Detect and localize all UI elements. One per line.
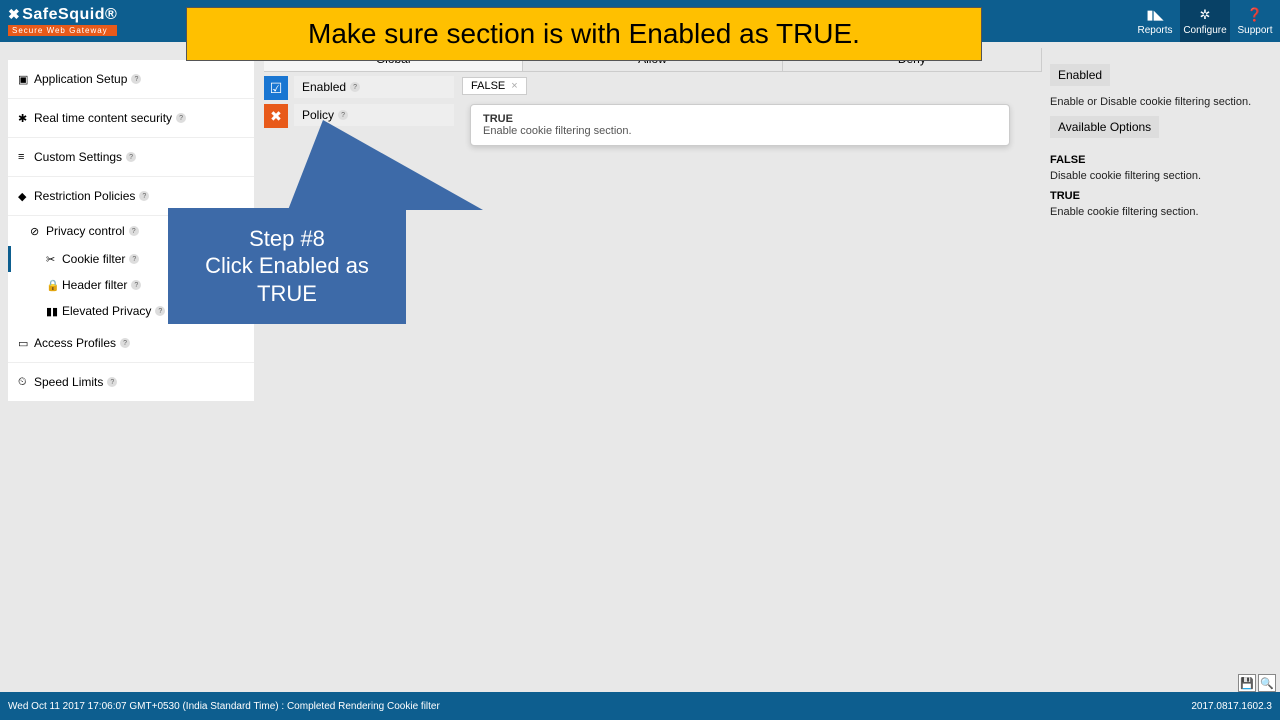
sidebar-item-label: Restriction Policies xyxy=(34,189,135,203)
sidebar-item-label: Privacy control xyxy=(46,224,125,238)
status-right: 2017.0817.1602.3 xyxy=(1191,701,1272,712)
status-bar: Wed Oct 11 2017 17:06:07 GMT+0530 (India… xyxy=(0,692,1280,720)
chart-icon: ▮◣ xyxy=(1146,7,1163,23)
help-desc: Enable or Disable cookie filtering secti… xyxy=(1050,96,1274,108)
help-badge[interactable]: ? xyxy=(126,152,136,162)
folder-icon: ▣ xyxy=(18,73,34,86)
corner-tools: 💾 🔍 xyxy=(1238,674,1276,692)
sidebar-item-rtcs[interactable]: ✱Real time content security? xyxy=(8,99,254,138)
bug-icon: ✱ xyxy=(18,112,34,125)
value-chip-false[interactable]: FALSE × xyxy=(462,77,527,95)
chip-text: FALSE xyxy=(471,80,505,92)
available-options-button[interactable]: Available Options xyxy=(1050,116,1159,138)
nav-support-label: Support xyxy=(1237,25,1272,36)
sidebar-item-application-setup[interactable]: ▣Application Setup? xyxy=(8,60,254,99)
sidebar-item-label: Real time content security xyxy=(34,111,172,125)
help-badge[interactable]: ? xyxy=(139,191,149,201)
check-button[interactable]: ☑ xyxy=(264,76,288,100)
shield-icon: ◆ xyxy=(18,190,34,203)
instruction-banner: Make sure section is with Enabled as TRU… xyxy=(186,7,982,61)
help-badge[interactable]: ? xyxy=(129,254,139,264)
callout-arrow xyxy=(288,120,483,210)
gauge-icon: ⏲ xyxy=(18,376,34,389)
nav-reports-label: Reports xyxy=(1137,25,1172,36)
option-true-title: TRUE xyxy=(1050,190,1274,202)
option-false-desc: Disable cookie filtering section. xyxy=(1050,170,1274,182)
sidebar-item-label: Cookie filter xyxy=(62,252,125,266)
help-badge[interactable]: ? xyxy=(131,280,141,290)
search-icon[interactable]: 🔍 xyxy=(1258,674,1276,692)
help-panel: Enabled Enable or Disable cookie filteri… xyxy=(1050,64,1274,222)
help-badge[interactable]: ? xyxy=(350,82,360,92)
config-row-enabled: ☑ Enabled? FALSE × xyxy=(264,76,1042,100)
help-badge[interactable]: ? xyxy=(338,110,348,120)
brand-text: ✖SafeSquid® xyxy=(8,6,117,24)
sidebar-item-custom[interactable]: ≡Custom Settings? xyxy=(8,138,254,177)
help-badge[interactable]: ? xyxy=(131,74,141,84)
sidebar-item-label: Header filter xyxy=(62,278,127,292)
callout-box: Step #8 Click Enabled as TRUE xyxy=(168,208,406,324)
option-false-title: FALSE xyxy=(1050,154,1274,166)
config-value-enabled[interactable]: FALSE × xyxy=(454,76,1042,95)
sliders-icon: ≡ xyxy=(18,151,34,163)
dropdown-option-true[interactable]: TRUE xyxy=(483,113,997,125)
brand-name: SafeSquid® xyxy=(22,6,117,23)
scissors-icon: ✂ xyxy=(46,253,62,266)
nav-support[interactable]: ❓ Support xyxy=(1230,0,1280,42)
sidebar-item-label: Elevated Privacy xyxy=(62,304,151,318)
callout-text: Step #8 Click Enabled as TRUE xyxy=(174,225,400,308)
nav-configure[interactable]: ✲ Configure xyxy=(1180,0,1230,42)
help-badge[interactable]: ? xyxy=(107,377,117,387)
sidebar-item-label: Application Setup xyxy=(34,72,127,86)
help-title: Enabled xyxy=(1050,64,1110,86)
sidebar-item-speed-limits[interactable]: ⏲Speed Limits? xyxy=(8,363,254,401)
dropdown-option-desc: Enable cookie filtering section. xyxy=(483,125,997,137)
sliders-icon: ✲ xyxy=(1200,7,1211,23)
logo: ✖SafeSquid® Secure Web Gateway xyxy=(0,6,117,36)
columns-icon: ▮▮ xyxy=(46,305,62,318)
help-badge[interactable]: ? xyxy=(155,306,165,316)
briefcase-icon: ▭ xyxy=(18,337,34,350)
sidebar-item-label: Speed Limits xyxy=(34,375,103,389)
option-true-desc: Enable cookie filtering section. xyxy=(1050,206,1274,218)
nav-configure-label: Configure xyxy=(1183,25,1226,36)
sidebar-item-label: Access Profiles xyxy=(34,336,116,350)
close-button[interactable]: ✖ xyxy=(264,104,288,128)
help-badge[interactable]: ? xyxy=(120,338,130,348)
ban-icon: ⊘ xyxy=(30,225,46,238)
chip-remove-icon[interactable]: × xyxy=(511,80,517,92)
help-badge[interactable]: ? xyxy=(176,113,186,123)
help-icon: ❓ xyxy=(1247,7,1263,23)
wrench-icon: ✖ xyxy=(8,6,20,22)
sidebar-item-access-profiles[interactable]: ▭Access Profiles? xyxy=(8,324,254,363)
brand-tagline: Secure Web Gateway xyxy=(8,25,117,36)
status-left: Wed Oct 11 2017 17:06:07 GMT+0530 (India… xyxy=(8,701,440,712)
lock-icon: 🔒 xyxy=(46,279,62,292)
sidebar-item-label: Custom Settings xyxy=(34,150,122,164)
help-badge[interactable]: ? xyxy=(129,226,139,236)
save-icon[interactable]: 💾 xyxy=(1238,674,1256,692)
config-label-enabled: Enabled? xyxy=(294,76,454,98)
nav-reports[interactable]: ▮◣ Reports xyxy=(1130,0,1180,42)
top-nav: ▮◣ Reports ✲ Configure ❓ Support xyxy=(1130,0,1280,42)
config-label-text: Enabled xyxy=(302,80,346,94)
dropdown-options[interactable]: TRUE Enable cookie filtering section. xyxy=(470,104,1010,146)
